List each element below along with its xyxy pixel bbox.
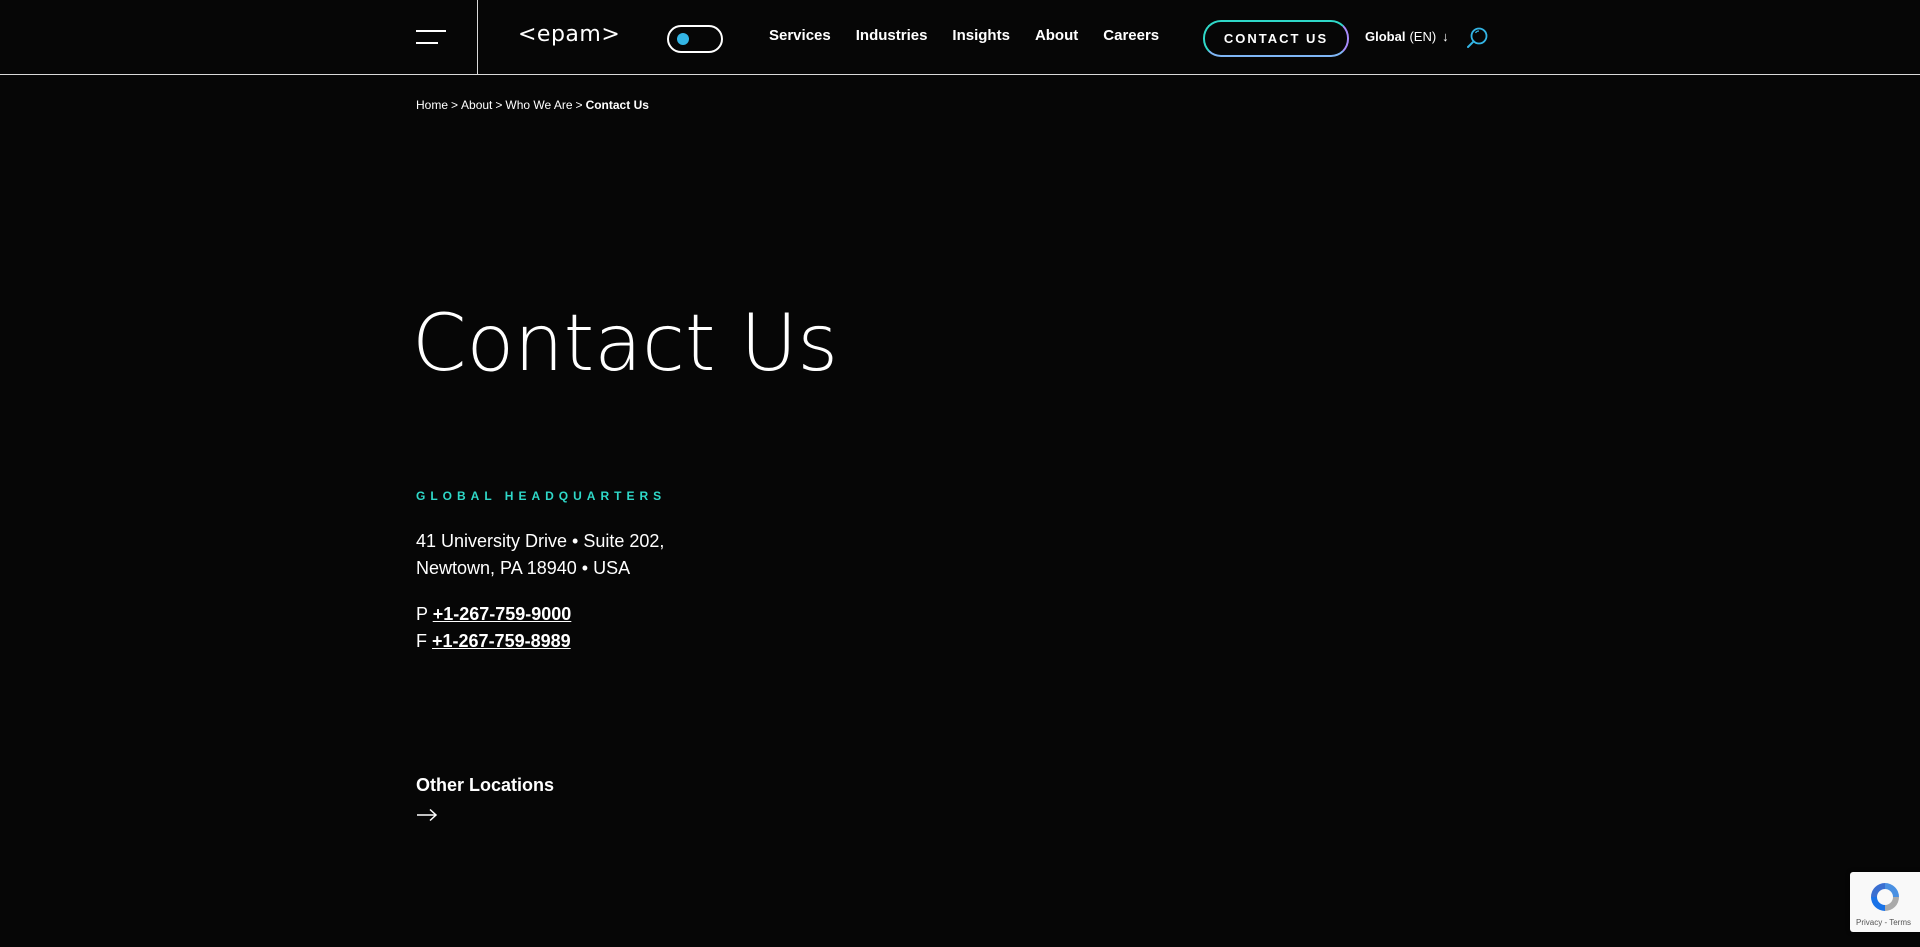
recaptcha-links: Privacy - Terms [1856, 918, 1911, 927]
hq-address: 41 University Drive • Suite 202, Newtown… [416, 528, 664, 582]
breadcrumb-about[interactable]: About [461, 98, 492, 112]
nav-item-industries[interactable]: Industries [856, 27, 928, 44]
main-nav: Services Industries Insights About Caree… [769, 27, 1184, 44]
nav-item-about[interactable]: About [1035, 27, 1078, 44]
recaptcha-separator: - [1884, 918, 1888, 927]
phone-prefix: P [416, 604, 428, 624]
page: <epam> Services Industries Insights Abou… [0, 0, 1920, 947]
fax-prefix: F [416, 631, 427, 651]
nav-item-careers[interactable]: Careers [1103, 27, 1159, 44]
breadcrumb-who-we-are[interactable]: Who We Are [505, 98, 572, 112]
phone-row: P +1-267-759-9000 [416, 601, 571, 628]
breadcrumb-separator: > [451, 98, 459, 112]
recaptcha-terms-link[interactable]: Terms [1889, 918, 1911, 927]
other-locations-link[interactable]: Other Locations [416, 775, 554, 796]
fax-link[interactable]: +1-267-759-8989 [432, 631, 571, 651]
language-label: Global [1365, 29, 1406, 44]
phone-link[interactable]: +1-267-759-9000 [433, 604, 572, 624]
theme-toggle[interactable] [667, 25, 723, 53]
breadcrumb-separator: > [495, 98, 503, 112]
page-title: Contact Us [412, 299, 838, 389]
recaptcha-privacy-link[interactable]: Privacy [1856, 918, 1882, 927]
language-selector[interactable]: Global (EN) ↓ [1365, 29, 1449, 44]
language-code: (EN) [1409, 29, 1437, 44]
hq-phones: P +1-267-759-9000 F +1-267-759-8989 [416, 601, 571, 655]
arrow-right-icon[interactable] [416, 808, 438, 822]
nav-item-insights[interactable]: Insights [952, 27, 1010, 44]
breadcrumb-home[interactable]: Home [416, 98, 448, 112]
address-line-2: Newtown, PA 18940 • USA [416, 558, 631, 578]
breadcrumb-current: Contact Us [585, 98, 649, 112]
site-header: <epam> Services Industries Insights Abou… [0, 0, 1920, 75]
search-icon[interactable] [1466, 26, 1490, 50]
header-divider [477, 0, 478, 74]
theme-toggle-knob [677, 33, 689, 45]
arrow-down-icon: ↓ [1442, 29, 1449, 44]
nav-item-services[interactable]: Services [769, 27, 831, 44]
recaptcha-badge[interactable]: Privacy - Terms [1850, 872, 1920, 932]
global-headquarters-label: GLOBAL HEADQUARTERS [416, 489, 667, 503]
hamburger-menu-icon[interactable] [416, 28, 446, 46]
contact-us-button[interactable]: CONTACT US [1203, 20, 1349, 57]
fax-row: F +1-267-759-8989 [416, 628, 571, 655]
breadcrumb: Home > About > Who We Are > Contact Us [416, 98, 649, 112]
recaptcha-logo-icon [1871, 883, 1899, 911]
epam-logo[interactable]: <epam> [518, 22, 620, 47]
address-line-1: 41 University Drive • Suite 202, [416, 531, 665, 551]
breadcrumb-separator: > [575, 98, 583, 112]
